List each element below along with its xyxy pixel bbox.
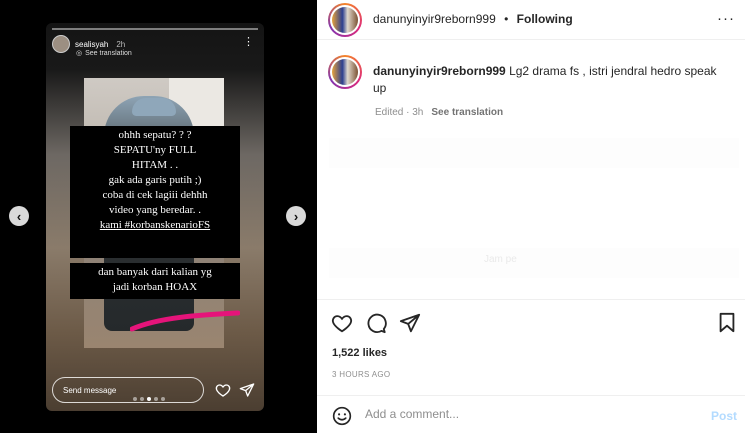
faded-comment-text: Jam pe [484,254,517,265]
page-dot [140,397,144,401]
story-caption-line: dan banyak dari kalian yg [98,266,212,278]
share-icon[interactable] [399,312,421,334]
faded-comment [329,138,739,168]
story-caption-line: kami #korbanskenarioFS [99,219,211,231]
action-bar [331,312,421,334]
instagram-post-modal: ‹ › sealisyah 2h ◎ See translation ⋮ ohh… [0,0,745,433]
highlight-stroke [130,310,240,332]
story-caption-line: video yang beredar. . [109,204,201,216]
caption-text: danunyinyir9reborn999 Lg2 drama fs , ist… [373,63,728,97]
more-icon[interactable]: ··· [717,10,735,27]
header-username-link[interactable]: danunyinyir9reborn999 [373,12,496,26]
bookmark-icon[interactable] [717,312,737,334]
add-comment-bar: Post [317,396,745,433]
media-panel: ‹ › sealisyah 2h ◎ See translation ⋮ ohh… [0,0,317,433]
heart-icon [215,384,231,397]
comment-input[interactable] [365,407,685,421]
comment-icon[interactable] [365,312,387,334]
caption-username-link[interactable]: danunyinyir9reborn999 [373,64,506,78]
page-dot [154,397,158,401]
more-icon: ⋮ [243,36,254,48]
heart-icon[interactable] [331,312,353,334]
emoji-icon[interactable] [332,406,352,426]
story-caption-box-2: dan banyak dari kalian yg jadi korban HO… [70,263,240,299]
caption-edited-time: Edited · 3h [375,107,424,118]
story-see-translation-label: See translation [85,49,132,57]
divider [317,299,745,300]
post-header: danunyinyir9reborn999 • Following ··· [317,0,745,40]
story-see-translation: ◎ See translation [76,49,132,58]
page-dot-active [147,397,151,401]
caption-meta: Edited · 3h See translation [375,107,503,118]
separator-dot: • [504,12,509,26]
header-user: danunyinyir9reborn999 • Following [373,12,573,26]
story-page-dots [133,397,165,401]
page-dot [161,397,165,401]
see-translation-link[interactable]: See translation [431,107,503,118]
story-caption-line: ohhh sepatu? ? ? [118,129,192,141]
post-time: 3 HOURS AGO [332,370,391,379]
story-avatar [52,35,70,53]
story-caption-box: ohhh sepatu? ? ? SEPATU'ny FULL HITAM . … [70,126,240,258]
chevron-right-icon[interactable]: › [286,206,306,226]
story-time: 2h [116,39,126,49]
caption-avatar[interactable] [328,55,362,89]
translate-icon: ◎ [76,50,83,57]
send-icon [239,383,255,397]
page-dot [133,397,137,401]
story-screenshot: sealisyah 2h ◎ See translation ⋮ ohhh se… [46,23,264,411]
story-caption-line: gak ada garis putih ;) [108,174,202,186]
avatar[interactable] [328,3,362,37]
story-caption-line: HITAM . . [131,159,179,171]
likes-count[interactable]: 1,522 likes [332,347,387,359]
story-send-message-input: Send message [52,377,204,403]
story-progress-bar [52,28,258,30]
story-caption-line: SEPATU'ny FULL [113,144,197,156]
story-username: sealisyah [75,39,109,49]
post-info-panel: danunyinyir9reborn999 • Following ··· da… [317,0,745,433]
photo-beret [132,98,176,116]
post-button[interactable]: Post [711,409,737,423]
faded-comment: Jam pe [329,248,739,278]
story-caption-line: jadi korban HOAX [112,281,198,293]
following-button[interactable]: Following [517,12,573,26]
story-caption-line: coba di cek lagiii dehhh [102,189,208,201]
chevron-left-icon[interactable]: ‹ [9,206,29,226]
save-button[interactable] [717,312,737,334]
